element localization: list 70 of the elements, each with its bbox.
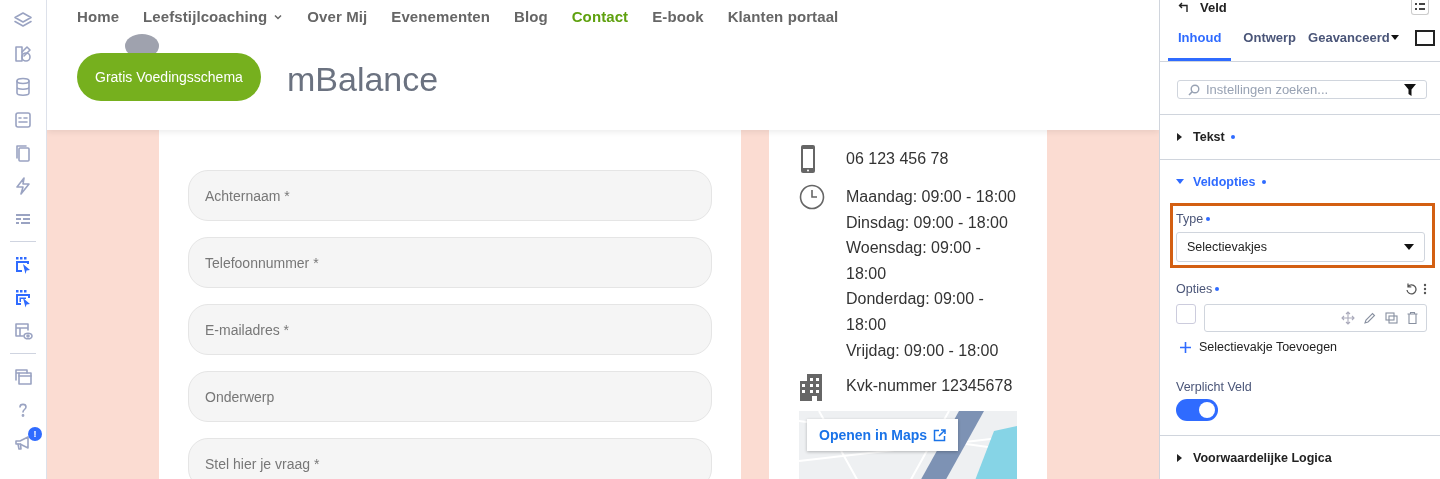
select-multiple-icon[interactable] bbox=[13, 287, 33, 308]
reset-icon[interactable] bbox=[1404, 283, 1417, 295]
input-field[interactable]: Stel hier je vraag * bbox=[188, 438, 712, 479]
input-field[interactable]: Achternaam * bbox=[188, 170, 712, 221]
field-label: Opties bbox=[1176, 282, 1213, 296]
nav-link[interactable]: Blog bbox=[513, 8, 548, 25]
checkbox[interactable] bbox=[1176, 304, 1196, 324]
back-arrow-icon[interactable] bbox=[1178, 1, 1190, 13]
toggle-switch[interactable] bbox=[1176, 399, 1218, 421]
nav-link[interactable]: Home bbox=[77, 8, 120, 25]
nav-link[interactable]: Over Mij bbox=[307, 8, 368, 25]
section-header[interactable]: Veldopties bbox=[1176, 160, 1427, 203]
nav-link[interactable]: Klanten portaal bbox=[727, 8, 839, 25]
pages-icon[interactable] bbox=[13, 142, 33, 163]
external-link-icon bbox=[933, 428, 947, 442]
contact-text: Vrijdag: 09:00 - 18:00 bbox=[846, 340, 1000, 361]
lightning-icon[interactable] bbox=[13, 175, 33, 196]
panel-tab[interactable]: Geavanceerd bbox=[1308, 14, 1399, 61]
square-icon[interactable] bbox=[1414, 29, 1435, 46]
field-label: Verplicht Veld bbox=[1176, 380, 1253, 394]
search-icon bbox=[1188, 83, 1200, 96]
open-in-maps-link[interactable]: Openen in Maps bbox=[807, 419, 959, 452]
contact-text: Kvk-nummer 12345678 bbox=[846, 376, 1014, 397]
caret-right-icon bbox=[1176, 133, 1184, 141]
more-icon[interactable] bbox=[1422, 283, 1427, 295]
search-field[interactable]: Instellingen zoeken... bbox=[1177, 80, 1427, 99]
notification-badge: ! bbox=[28, 427, 42, 441]
input-field[interactable]: Onderwerp bbox=[188, 371, 712, 422]
duplicate-icon[interactable] bbox=[1384, 312, 1398, 324]
panel-options-button[interactable] bbox=[1410, 0, 1429, 15]
panel-tab[interactable]: Ontwerp bbox=[1243, 14, 1297, 61]
layout-eye-icon[interactable] bbox=[13, 320, 33, 341]
nav-link[interactable]: E-book bbox=[652, 8, 704, 25]
pencil-icon[interactable] bbox=[1363, 312, 1376, 324]
building-icon bbox=[799, 373, 823, 402]
panel-title: Veld bbox=[1200, 0, 1227, 15]
section-header[interactable]: Tekst bbox=[1176, 115, 1427, 159]
nav-link[interactable]: Evenementen bbox=[391, 8, 490, 25]
contact-text: Woensdag: 09:00 - 18:00 bbox=[846, 238, 982, 284]
contact-text: Maandag: 09:00 - 18:00 bbox=[846, 187, 1017, 207]
input-field[interactable]: Telefoonnummer * bbox=[188, 237, 712, 288]
filter-icon[interactable] bbox=[1403, 83, 1416, 96]
add-checkbox-button[interactable]: Selectievakje Toevoegen bbox=[1176, 340, 1427, 354]
caret-down-icon bbox=[1403, 244, 1414, 250]
field-label: Type bbox=[1176, 212, 1204, 226]
plus-icon bbox=[1180, 341, 1191, 353]
nav-link[interactable]: Contact bbox=[571, 8, 629, 25]
section-header[interactable]: Voorwaardelijke Logica bbox=[1176, 436, 1427, 479]
list-icon bbox=[1414, 2, 1425, 11]
contact-text: Donderdag: 09:00 - 18:00 bbox=[846, 289, 985, 335]
caret-down-icon bbox=[1176, 177, 1184, 186]
form-icon[interactable] bbox=[13, 109, 33, 130]
caret-right-icon bbox=[1176, 454, 1184, 462]
panel-tab[interactable]: Inhoud bbox=[1168, 14, 1232, 61]
clock-icon bbox=[799, 184, 825, 210]
type-dropdown[interactable]: Selectievakjes bbox=[1176, 232, 1425, 262]
contact-text: Dinsdag: 09:00 - 18:00 bbox=[846, 212, 1009, 233]
nav-link[interactable]: Leefstijlcoaching bbox=[143, 8, 284, 25]
contact-text: 06 123 456 78 bbox=[846, 149, 950, 169]
windows-icon[interactable] bbox=[13, 366, 33, 387]
option-field[interactable] bbox=[1204, 304, 1427, 332]
phone-icon bbox=[799, 144, 817, 174]
modified-dot bbox=[1206, 217, 1211, 221]
move-icon[interactable] bbox=[1340, 311, 1355, 325]
modified-dot bbox=[1215, 287, 1220, 291]
shapes-icon[interactable] bbox=[13, 43, 33, 64]
database-icon[interactable] bbox=[13, 76, 33, 97]
logo-text: mBalance bbox=[287, 60, 439, 98]
input-field[interactable]: E-mailadres * bbox=[188, 304, 712, 355]
trash-icon[interactable] bbox=[1406, 312, 1418, 324]
